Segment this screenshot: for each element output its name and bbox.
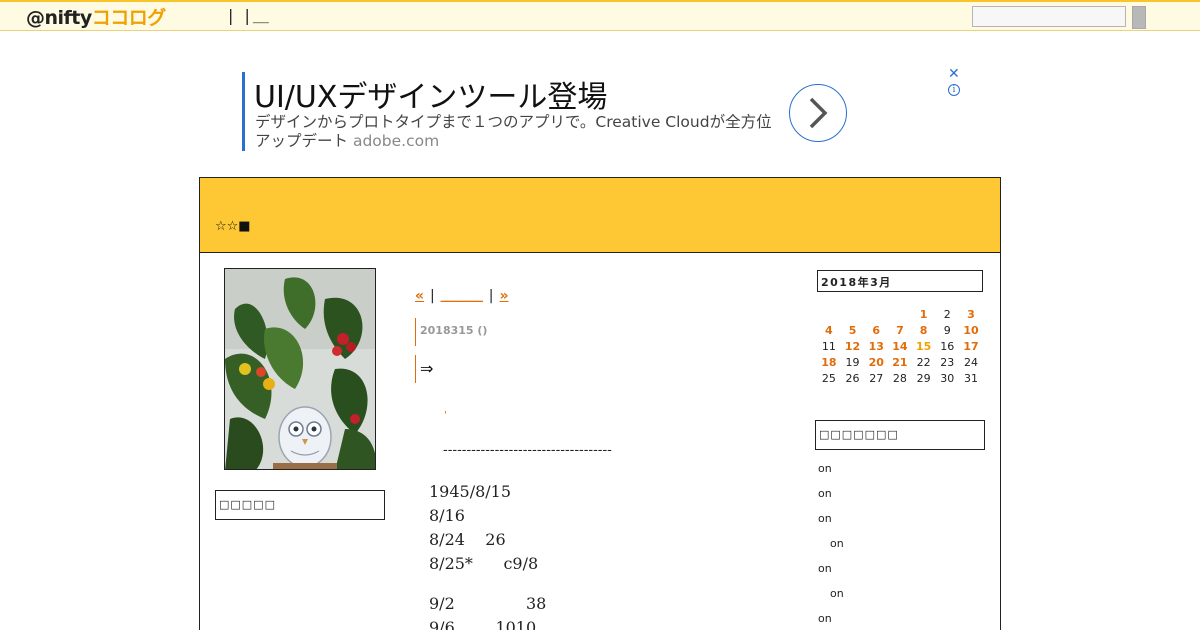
calendar-week: 4 5 6 7 8 9 10: [817, 324, 983, 340]
calendar-week: 123: [817, 308, 983, 324]
calendar-day[interactable]: 4: [817, 324, 841, 340]
recent-entry-link[interactable]: on: [818, 512, 832, 525]
recent-entry-link[interactable]: on: [818, 562, 832, 575]
calendar-day: 27: [869, 372, 884, 385]
close-icon[interactable]: ✕: [948, 66, 960, 82]
calendar-day[interactable]: 15: [912, 340, 936, 356]
calendar-blank: [888, 308, 912, 324]
ad-title[interactable]: UI/UXデザインツール登場: [254, 72, 607, 116]
entry-pager: « | ＿＿＿ | »: [415, 285, 509, 305]
entry-body-line: 8/24 26: [429, 530, 506, 549]
calendar-week: 25 26 27 28 29 30 31: [817, 372, 983, 388]
recent-entry-link[interactable]: on: [830, 587, 844, 600]
calendar-day: 22: [916, 356, 931, 369]
entry-body-line: 8/16: [429, 506, 465, 525]
calendar-day: 30: [940, 372, 955, 385]
blog-header: ☆☆■: [200, 178, 1000, 253]
ad-banner[interactable]: UI/UXデザインツール登場 デザインからプロトタイプまで１つのアプリで。Cre…: [242, 66, 962, 152]
calendar-blank: [817, 308, 841, 324]
calendar-day[interactable]: 8: [912, 324, 936, 340]
calendar-day[interactable]: 21: [888, 356, 912, 372]
ad-next-button[interactable]: [789, 84, 847, 142]
recent-entry-link[interactable]: on: [830, 537, 844, 550]
calendar-day: 11: [821, 340, 836, 353]
recent-entries-heading: □□□□□□□: [815, 420, 985, 450]
calendar-day[interactable]: 14: [888, 340, 912, 356]
calendar-day[interactable]: 1: [912, 308, 936, 324]
ad-description[interactable]: デザインからプロトタイプまで１つのアプリで。Creative Cloudが全方位…: [255, 113, 785, 151]
blog-title[interactable]: ☆☆■: [215, 219, 251, 234]
calendar-day[interactable]: 5: [841, 324, 865, 340]
calendar-day[interactable]: 3: [959, 308, 983, 324]
entry-title[interactable]: ⇒: [415, 355, 433, 383]
blog-container: ☆☆■ □□□□□ « | ＿＿＿ | » 2018315 () ⇒ ' ---…: [199, 177, 1001, 630]
calendar-day: 31: [963, 372, 978, 385]
entry-body-line: 9/6 1010: [429, 618, 537, 630]
next-entry-link[interactable]: »: [499, 288, 508, 304]
info-icon[interactable]: i: [948, 84, 960, 96]
separator-line: ------------------------------------: [443, 443, 612, 458]
calendar-week: 18 19 20 21 22 23 24: [817, 356, 983, 372]
recent-entry-link[interactable]: on: [818, 462, 832, 475]
calendar: 1 2 3 4 5 6 7 8 9 10 11 12 13 14 15 16 17 18 19 20 21 22 23 24 2…: [817, 308, 983, 388]
ad-accent-bar: [242, 72, 245, 151]
calendar-day: 25: [821, 372, 836, 385]
calendar-day: 2: [943, 308, 951, 321]
calendar-week: 11 12 13 14 15 16 17: [817, 340, 983, 356]
calendar-day: 28: [892, 372, 907, 385]
prev-entry-link[interactable]: «: [415, 288, 424, 304]
calendar-day: 26: [845, 372, 860, 385]
calendar-day[interactable]: 6: [864, 324, 888, 340]
site-logo[interactable]: @niftyココログ: [26, 3, 166, 30]
calendar-blank: [864, 308, 888, 324]
calendar-day[interactable]: 20: [864, 356, 888, 372]
pager-separator: |: [430, 288, 435, 304]
ad-domain: adobe.com: [352, 132, 440, 150]
calendar-day: 24: [963, 356, 978, 369]
calendar-day[interactable]: 18: [817, 356, 841, 372]
calendar-day[interactable]: 12: [841, 340, 865, 356]
entry-date: 2018315 (): [415, 318, 487, 346]
calendar-day: 16: [940, 340, 955, 353]
entry-mark: ': [444, 410, 447, 421]
profile-photo: [224, 268, 376, 470]
top-nav-links[interactable]: | |＿: [228, 2, 272, 26]
search-input[interactable]: [972, 6, 1126, 27]
pager-separator: |: [488, 288, 494, 304]
recent-entry-link[interactable]: on: [818, 612, 832, 625]
calendar-day: 29: [916, 372, 931, 385]
calendar-day[interactable]: 17: [959, 340, 983, 356]
calendar-blank: [841, 308, 865, 324]
profile-heading: □□□□□: [215, 490, 385, 520]
entry-body-line: 1945/8/15: [429, 482, 512, 501]
calendar-day: 9: [943, 324, 951, 337]
top-bar: @niftyココログ | |＿: [0, 0, 1200, 31]
calendar-day[interactable]: 10: [959, 324, 983, 340]
calendar-day: 23: [940, 356, 955, 369]
calendar-day[interactable]: 13: [864, 340, 888, 356]
calendar-day[interactable]: 7: [888, 324, 912, 340]
entry-body-line: 8/25* c9/8: [429, 554, 539, 573]
recent-entry-link[interactable]: on: [818, 487, 832, 500]
calendar-day: 19: [845, 356, 860, 369]
home-link[interactable]: ＿＿＿: [441, 288, 483, 304]
search-button[interactable]: [1132, 6, 1146, 29]
entry-body-line: 9/2 38: [429, 594, 547, 613]
calendar-heading: 2018年3月: [817, 270, 983, 292]
chevron-right-icon: [809, 97, 828, 129]
